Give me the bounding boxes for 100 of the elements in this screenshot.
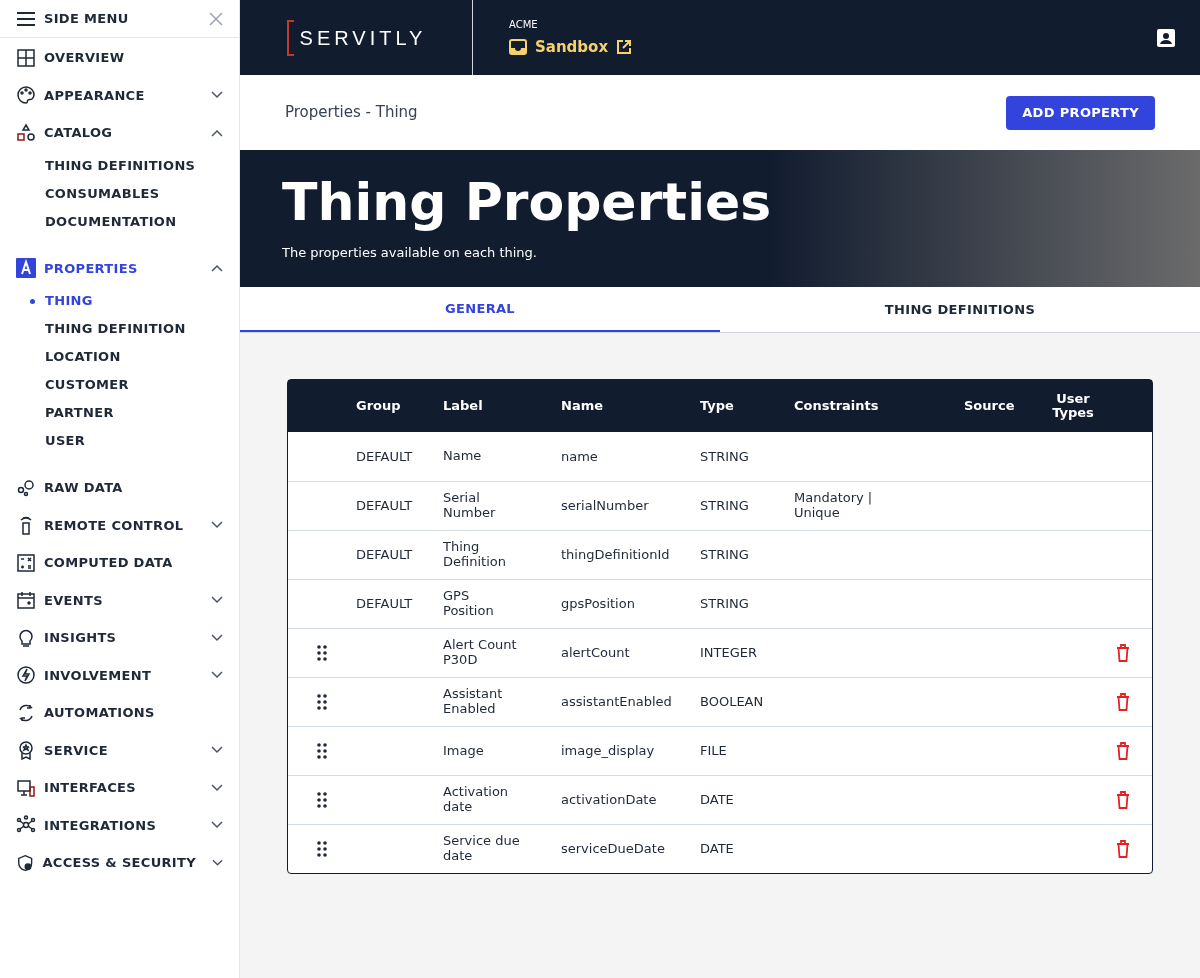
table-cell-text: STRING xyxy=(700,447,750,466)
table-cell-text: DEFAULT xyxy=(356,497,414,516)
table-cell-text: Service due date xyxy=(443,834,521,864)
table-cell-text: STRING xyxy=(700,546,750,565)
add-property-button[interactable]: ADD PROPERTY xyxy=(1006,95,1155,130)
external-link-icon[interactable] xyxy=(616,39,633,55)
tab[interactable]: THING DEFINITIONS xyxy=(720,287,1200,332)
drag-handle-icon[interactable] xyxy=(317,645,327,661)
submenu-item[interactable]: CUSTOMER xyxy=(45,375,129,395)
table-cell-text: STRING xyxy=(700,595,750,614)
tab[interactable]: GENERAL xyxy=(240,287,720,332)
table-cell-text: gpsPosition xyxy=(561,595,636,614)
drag-handle-icon[interactable] xyxy=(317,694,327,710)
shield-icon xyxy=(16,852,35,873)
side-menu-item[interactable]: APPEARANCE xyxy=(0,76,239,114)
column-header: Constraints xyxy=(794,398,880,414)
drag-handle-icon[interactable] xyxy=(317,792,327,808)
side-menu-item[interactable]: ACCESS & SECURITY xyxy=(0,844,239,882)
page-subtitle: The properties available on each thing. xyxy=(282,244,538,263)
tenant-label: ACME xyxy=(509,17,539,32)
table-cell-text: serviceDueDate xyxy=(561,840,666,859)
submenu-item[interactable]: LOCATION xyxy=(45,347,121,367)
chevron-down-icon[interactable] xyxy=(211,596,223,605)
side-menu-item[interactable]: EVENTS xyxy=(0,581,239,619)
account-icon[interactable] xyxy=(1156,27,1176,48)
drag-handle-icon[interactable] xyxy=(317,841,327,857)
chevron-down-icon[interactable] xyxy=(211,521,223,530)
column-header: Type xyxy=(700,398,735,414)
side-menu-item[interactable]: CATALOG xyxy=(0,114,239,152)
table-cell-text: INTEGER xyxy=(700,644,759,663)
table-cell-text: DEFAULT xyxy=(356,447,414,466)
submenu-item[interactable]: THING DEFINITIONS xyxy=(45,155,196,176)
side-menu-item[interactable]: INTERFACES xyxy=(0,769,239,807)
column-header: User Types xyxy=(1051,391,1095,421)
side-menu-item[interactable]: COMPUTED DATA xyxy=(0,544,239,582)
trash-icon[interactable] xyxy=(1116,840,1130,858)
table-cell-text: FILE xyxy=(700,742,728,761)
chevron-down-icon[interactable] xyxy=(211,746,223,755)
column-header: Source xyxy=(964,398,1016,414)
logo-text: SERVITLY xyxy=(299,25,427,51)
side-menu-item[interactable]: REMOTE CONTROL xyxy=(0,506,239,544)
screen-icon xyxy=(16,777,36,798)
submenu-item[interactable]: PARTNER xyxy=(45,403,114,423)
side-menu-item[interactable]: SERVICE xyxy=(0,731,239,769)
side-menu-title: SIDE MENU xyxy=(44,9,129,28)
table-cell-text: assistantEnabled xyxy=(561,693,673,712)
table-cell-text: Image xyxy=(443,743,485,759)
column-header: Name xyxy=(561,398,604,414)
table-cell-text: GPS Position xyxy=(443,589,495,619)
table-cell-text: alertCount xyxy=(561,644,631,663)
trash-icon[interactable] xyxy=(1116,742,1130,760)
sync-icon xyxy=(16,702,36,723)
table-cell-text: Alert Count P30D xyxy=(443,638,518,668)
bubbles-icon xyxy=(16,477,36,498)
chevron-up-icon[interactable] xyxy=(211,128,223,137)
submenu-item[interactable]: USER xyxy=(45,431,86,451)
column-header: Label xyxy=(443,398,484,414)
table-cell-text: BOOLEAN xyxy=(700,693,765,712)
submenu-item[interactable]: CONSUMABLES xyxy=(45,183,160,204)
side-menu-item[interactable]: AUTOMATIONS xyxy=(0,694,239,732)
table-cell-text: DEFAULT xyxy=(356,546,414,565)
chevron-down-icon[interactable] xyxy=(211,91,223,100)
side-menu-item[interactable]: INVOLVEMENT xyxy=(0,656,239,694)
side-menu-item[interactable]: INTEGRATIONS xyxy=(0,806,239,844)
table-cell-text: Mandatory | Unique xyxy=(794,491,874,521)
side-menu-item[interactable]: PROPERTIES xyxy=(0,249,239,287)
logo-bracket-icon xyxy=(285,19,296,56)
environment-link[interactable]: Sandbox xyxy=(535,35,609,59)
column-header: Group xyxy=(356,398,402,414)
table-cell-text: Assistant Enabled xyxy=(443,687,504,717)
menu-icon[interactable] xyxy=(16,11,36,26)
submenu-item[interactable]: DOCUMENTATION xyxy=(45,211,177,232)
table-cell-text: DEFAULT xyxy=(356,595,414,614)
calendar-icon xyxy=(16,590,36,611)
side-menu-item[interactable]: OVERVIEW xyxy=(0,39,239,77)
trash-icon[interactable] xyxy=(1116,693,1130,711)
table-cell-text: DATE xyxy=(700,791,735,810)
table-cell-text: Activation date xyxy=(443,785,510,815)
trash-icon[interactable] xyxy=(1116,644,1130,662)
chevron-down-icon[interactable] xyxy=(211,821,223,830)
chevron-up-icon[interactable] xyxy=(211,264,223,273)
letter-a-icon xyxy=(16,258,36,279)
grid-icon xyxy=(16,47,36,68)
side-menu-item[interactable]: INSIGHTS xyxy=(0,619,239,657)
table-cell-text: activationDate xyxy=(561,791,658,810)
inbox-icon xyxy=(509,38,527,56)
lightbulb-icon xyxy=(16,627,36,648)
table-cell-text: Thing Definition xyxy=(443,540,507,570)
drag-handle-icon[interactable] xyxy=(317,743,327,759)
submenu-item[interactable]: THING xyxy=(45,291,93,311)
table-cell-text: Name xyxy=(443,449,483,464)
chevron-down-icon[interactable] xyxy=(211,858,223,867)
chevron-down-icon[interactable] xyxy=(211,633,223,642)
chevron-down-icon[interactable] xyxy=(211,783,223,792)
side-menu-item[interactable]: RAW DATA xyxy=(0,469,239,507)
chevron-down-icon[interactable] xyxy=(211,671,223,680)
award-icon xyxy=(16,740,36,761)
submenu-item[interactable]: THING DEFINITION xyxy=(45,319,186,339)
trash-icon[interactable] xyxy=(1116,791,1130,809)
table-cell-text: image_display xyxy=(561,742,656,761)
